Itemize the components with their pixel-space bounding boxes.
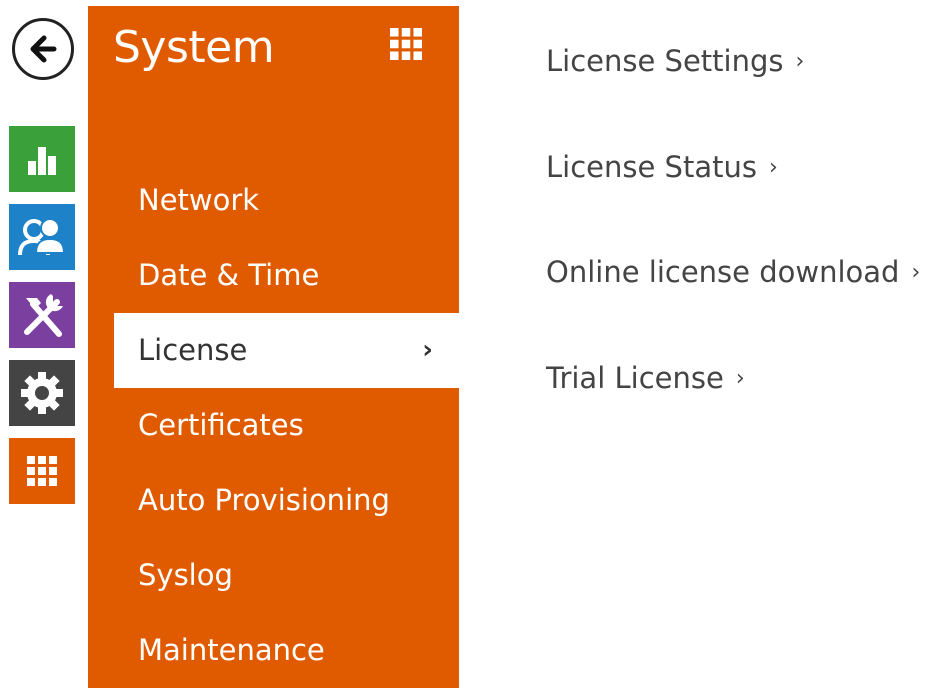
- bar-chart-icon: [28, 147, 56, 175]
- menu-item-label: Network: [138, 183, 260, 217]
- app-root: System Network Date & Time License › Cer…: [0, 0, 930, 688]
- arrow-left-icon: [30, 35, 57, 63]
- link-label: Trial License: [546, 361, 724, 395]
- grid-icon: [390, 28, 422, 60]
- link-label: License Settings: [546, 44, 784, 78]
- users-icon: [18, 218, 66, 256]
- rail-item-status[interactable]: [9, 126, 75, 192]
- menu-item-label: Auto Provisioning: [138, 483, 390, 517]
- menu-item-license[interactable]: License ›: [114, 313, 459, 388]
- menu-item-label: Date & Time: [138, 258, 320, 292]
- chevron-right-icon: ›: [735, 366, 745, 391]
- online-license-download-link[interactable]: Online license download ›: [546, 255, 920, 289]
- menu-item-label: Maintenance: [138, 633, 325, 667]
- link-label: Online license download: [546, 255, 900, 289]
- trial-license-link[interactable]: Trial License ›: [546, 361, 745, 395]
- license-status-link[interactable]: License Status ›: [546, 150, 778, 184]
- menu-item-label: Certificates: [138, 408, 304, 442]
- menu-item-certificates[interactable]: Certificates: [88, 388, 459, 463]
- menu-item-syslog[interactable]: Syslog: [88, 538, 459, 613]
- back-button[interactable]: [12, 18, 74, 80]
- menu-title: System: [113, 22, 275, 73]
- tools-icon: [24, 294, 63, 337]
- rail-item-hardware[interactable]: [9, 282, 75, 348]
- menu-item-label: License: [138, 333, 248, 367]
- rail-item-directory[interactable]: [9, 204, 75, 270]
- chevron-right-icon: ›: [422, 335, 433, 365]
- gear-icon: [21, 372, 63, 414]
- grid-toggle-button[interactable]: [390, 28, 422, 60]
- chevron-right-icon: ›: [768, 155, 778, 180]
- rail-item-services[interactable]: [9, 438, 75, 504]
- menu-item-label: Syslog: [138, 558, 233, 592]
- menu-item-network[interactable]: Network: [88, 163, 459, 238]
- chevron-right-icon: ›: [795, 49, 805, 74]
- license-settings-link[interactable]: License Settings ›: [546, 44, 804, 78]
- rail-item-system[interactable]: [9, 360, 75, 426]
- link-label: License Status: [546, 150, 757, 184]
- grid-icon: [27, 456, 57, 486]
- menu-item-auto-provisioning[interactable]: Auto Provisioning: [88, 463, 459, 538]
- menu-list: Network Date & Time License › Certificat…: [88, 163, 459, 688]
- menu-item-maintenance[interactable]: Maintenance: [88, 613, 459, 688]
- menu-item-date-time[interactable]: Date & Time: [88, 238, 459, 313]
- chevron-right-icon: ›: [911, 260, 921, 285]
- system-menu-panel: System Network Date & Time License › Cer…: [88, 6, 459, 688]
